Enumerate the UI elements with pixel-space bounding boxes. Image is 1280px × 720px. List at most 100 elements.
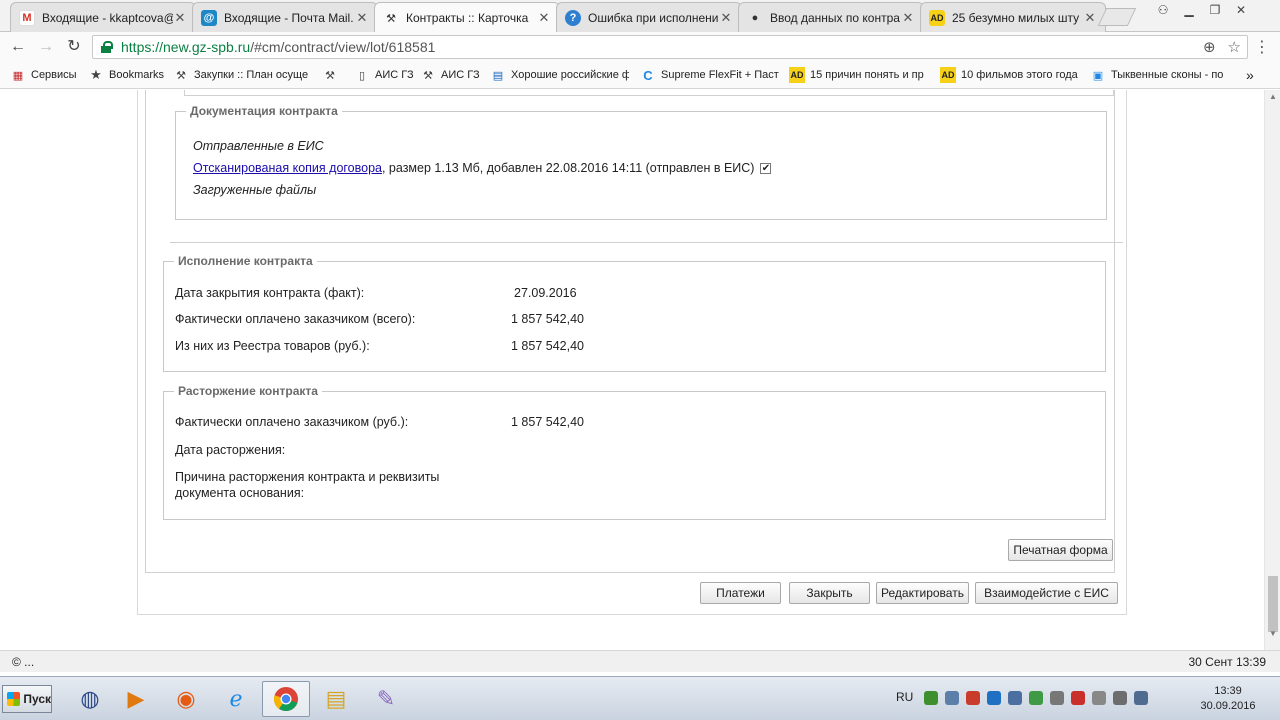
bookmark-ais-gz-page[interactable]: ▯ АИС ГЗ bbox=[354, 67, 414, 83]
bookmark-label: Supreme FlexFit + Паст bbox=[661, 69, 779, 81]
speaker-tray-icon[interactable] bbox=[1092, 691, 1106, 705]
new-tab-button[interactable] bbox=[1097, 8, 1137, 26]
forward-arrow-icon[interactable]: → bbox=[36, 37, 56, 57]
back-arrow-icon[interactable]: ← bbox=[8, 37, 28, 57]
tab-title: 25 безумно милых шту bbox=[952, 10, 1080, 25]
bookmark-supreme-flexfit[interactable]: C Supreme FlexFit + Паст bbox=[640, 67, 779, 83]
app-media-player-icon[interactable]: ▶ bbox=[112, 681, 160, 717]
zoom-icon[interactable]: ⊕ bbox=[1203, 38, 1216, 56]
bookmark-15-reasons[interactable]: AD 15 причин понять и пр bbox=[789, 67, 928, 83]
bookmark-procurement-plan[interactable]: ⚒ Закупки :: План осуще bbox=[173, 67, 312, 83]
hammer-icon: ⚒ bbox=[386, 12, 396, 25]
previous-section-bottom bbox=[184, 90, 1114, 96]
bookmark-10-films[interactable]: AD 10 фильмов этого года bbox=[940, 67, 1079, 83]
usb-tray-icon[interactable] bbox=[1050, 691, 1064, 705]
app-explorer-folder-icon[interactable]: ▤ bbox=[312, 681, 360, 717]
bookmark-star-icon[interactable]: ☆ bbox=[1228, 38, 1241, 56]
bookmark-russian-films[interactable]: ▤ Хорошие российские ф bbox=[490, 67, 629, 83]
close-tab-icon[interactable]: ✕ bbox=[1083, 10, 1097, 26]
page-viewport: Документация контракта Отправленные в ЕИ… bbox=[0, 90, 1280, 650]
close-tab-icon[interactable]: ✕ bbox=[537, 10, 551, 26]
power-tray-icon[interactable] bbox=[1134, 691, 1148, 705]
star-icon: ★ bbox=[90, 67, 102, 82]
bookmark-ais-gz[interactable]: ⚒ АИС ГЗ bbox=[420, 67, 480, 83]
termination-date-label: Дата расторжения: bbox=[175, 443, 286, 457]
update-tray-icon[interactable] bbox=[1008, 691, 1022, 705]
sent-to-eis-checkbox[interactable]: ✔ bbox=[760, 163, 772, 174]
termination-paid-value: 1 857 542,40 bbox=[511, 415, 584, 429]
contract-termination-section: Расторжение контракта bbox=[163, 384, 1106, 520]
total-paid-value: 1 857 542,40 bbox=[511, 312, 584, 326]
contract-card-panel: Документация контракта Отправленные в ЕИ… bbox=[137, 90, 1127, 615]
edit-button[interactable]: Редактировать bbox=[876, 582, 969, 604]
bookmarks-overflow-chevron-icon[interactable]: » bbox=[1246, 67, 1254, 83]
tab-execution-error[interactable]: ? Ошибка при исполнени ✕ bbox=[556, 2, 742, 32]
chrome-logo-icon bbox=[273, 687, 298, 712]
tab-ad-article[interactable]: AD 25 безумно милых шту ✕ bbox=[920, 2, 1106, 32]
tab-title: Контракты :: Карточка bbox=[406, 11, 529, 25]
user-profile-icon[interactable]: ⚇ bbox=[1150, 0, 1176, 20]
app-firefox-icon[interactable]: ◉ bbox=[162, 681, 210, 717]
bookmark-apps[interactable]: ▦ Сервисы bbox=[10, 67, 77, 83]
uploaded-files-label: Загруженные файлы bbox=[193, 183, 317, 197]
app-paint-icon[interactable]: ✎ bbox=[362, 681, 410, 717]
volume-muted-icon[interactable] bbox=[966, 691, 980, 705]
section-divider bbox=[170, 242, 1123, 243]
tab-contract-card[interactable]: ⚒ Контракты :: Карточка ✕ bbox=[374, 2, 560, 33]
contract-card-body: Документация контракта Отправленные в ЕИ… bbox=[145, 90, 1123, 573]
tab-mail-ru-inbox[interactable]: @ Входящие - Почта Mail. ✕ bbox=[192, 2, 378, 32]
contract-scan-link[interactable]: Отсканированая копия договора bbox=[193, 161, 382, 175]
check-tray-icon[interactable] bbox=[1029, 691, 1043, 705]
film-icon: ▤ bbox=[492, 69, 504, 82]
start-button[interactable]: Пуск bbox=[2, 685, 52, 713]
url-path: /#cm/contract/view/lot/618581 bbox=[250, 39, 436, 55]
app-internet-explorer-icon[interactable]: ℯ bbox=[212, 681, 260, 717]
bookmark-label: Тыквенные сконы - по bbox=[1111, 69, 1224, 81]
bookmark-label: Bookmarks bbox=[109, 69, 165, 81]
restore-icon[interactable]: ❐ bbox=[1202, 0, 1228, 20]
sent-to-eis-label: Отправленные в ЕИС bbox=[193, 139, 324, 153]
bookmark-bookmarks-folder[interactable]: ★ Bookmarks bbox=[88, 67, 164, 83]
close-tab-icon[interactable]: ✕ bbox=[901, 10, 915, 26]
app-chrome-icon[interactable] bbox=[262, 681, 310, 717]
tab-contract-data-entry[interactable]: ● Ввод данных по контра ✕ bbox=[738, 2, 924, 32]
skype-tray-icon[interactable] bbox=[987, 691, 1001, 705]
network-tray-icon[interactable] bbox=[1113, 691, 1127, 705]
bookmark-label: Закупки :: План осуще bbox=[194, 69, 309, 81]
eis-interaction-button[interactable]: Взаимодейстие с ЕИС bbox=[975, 582, 1118, 604]
app-network-icon[interactable]: ◍ bbox=[66, 681, 114, 717]
close-date-value: 27.09.2016 bbox=[514, 286, 577, 300]
bookmark-label: Хорошие российские ф bbox=[511, 69, 629, 81]
close-tab-icon[interactable]: ✕ bbox=[355, 10, 369, 26]
tab-gmail-inbox[interactable]: M Входящие - kkaptcova@ ✕ bbox=[10, 2, 196, 32]
close-tab-icon[interactable]: ✕ bbox=[719, 10, 733, 26]
scroll-down-arrow-icon[interactable]: ▼ bbox=[1269, 629, 1277, 638]
language-indicator[interactable]: RU bbox=[896, 690, 913, 704]
system-tray bbox=[924, 691, 1148, 705]
print-form-button[interactable]: Печатная форма bbox=[1008, 539, 1113, 561]
close-tab-icon[interactable]: ✕ bbox=[173, 10, 187, 26]
minimize-icon[interactable]: ▁ bbox=[1176, 0, 1202, 20]
bookmarks-bar: ▦ Сервисы ★ Bookmarks ⚒ Закупки :: План … bbox=[0, 62, 1280, 89]
tray-app-icon[interactable] bbox=[945, 691, 959, 705]
system-clock[interactable]: 13:39 30.09.2016 bbox=[1192, 684, 1264, 714]
close-button[interactable]: Закрыть bbox=[789, 582, 870, 604]
address-bar[interactable]: https://new.gz-spb.ru/#cm/contract/view/… bbox=[92, 35, 1248, 59]
antivirus-tray-icon[interactable] bbox=[924, 691, 938, 705]
security-alert-tray-icon[interactable] bbox=[1071, 691, 1085, 705]
lock-icon bbox=[101, 41, 113, 53]
section-legend: Расторжение контракта bbox=[178, 384, 318, 398]
chrome-menu-icon[interactable]: ⋮ bbox=[1254, 37, 1270, 57]
bookmark-pumpkin-scones[interactable]: ▣ Тыквенные сконы - по bbox=[1090, 67, 1229, 83]
ad-icon: AD bbox=[929, 9, 945, 26]
bookmark-hammer[interactable]: ⚒ bbox=[322, 67, 343, 83]
scrollbar-thumb[interactable] bbox=[1268, 576, 1278, 632]
termination-paid-label: Фактически оплачено заказчиком (руб.): bbox=[175, 415, 409, 429]
payments-button[interactable]: Платежи bbox=[700, 582, 781, 604]
tab-title: Ошибка при исполнени bbox=[588, 10, 719, 25]
page-scrollbar[interactable]: ▲ ▼ bbox=[1264, 90, 1280, 650]
window-close-icon[interactable]: ✕ bbox=[1228, 0, 1254, 20]
reload-icon[interactable]: ↻ bbox=[64, 37, 84, 57]
scroll-up-arrow-icon[interactable]: ▲ bbox=[1269, 92, 1277, 101]
section-legend: Исполнение контракта bbox=[178, 254, 313, 268]
